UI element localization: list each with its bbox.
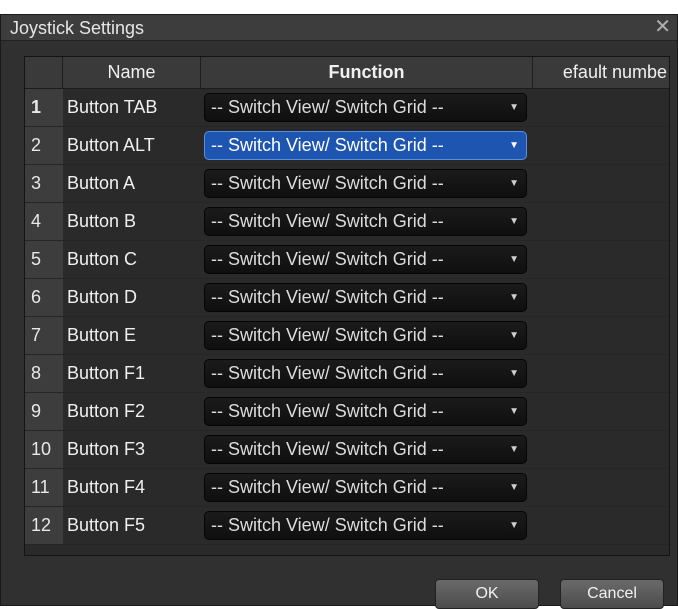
chevron-down-icon: ▼ — [509, 254, 519, 265]
function-dropdown[interactable]: -- Switch View/ Switch Grid -- ▼ — [204, 93, 527, 122]
chevron-down-icon: ▼ — [509, 482, 519, 493]
button-name: Button D — [67, 287, 138, 307]
row-number: 12 — [25, 507, 63, 544]
button-name: Button E — [67, 325, 137, 345]
function-dropdown[interactable]: -- Switch View/ Switch Grid -- ▼ — [204, 435, 527, 464]
function-dropdown-value: -- Switch View/ Switch Grid -- — [211, 97, 444, 117]
chevron-down-icon: ▼ — [509, 406, 519, 417]
row-number: 3 — [25, 165, 63, 202]
chevron-down-icon: ▼ — [509, 140, 519, 151]
chevron-down-icon: ▼ — [509, 368, 519, 379]
row-number: 11 — [25, 469, 63, 506]
button-name: Button ALT — [67, 135, 155, 155]
row-number: 10 — [25, 431, 63, 468]
function-dropdown[interactable]: -- Switch View/ Switch Grid -- ▼ — [204, 511, 527, 540]
function-dropdown-value: -- Switch View/ Switch Grid -- — [211, 401, 444, 421]
chevron-down-icon: ▼ — [509, 520, 519, 531]
chevron-down-icon: ▼ — [509, 330, 519, 341]
function-dropdown-value: -- Switch View/ Switch Grid -- — [211, 135, 444, 155]
row-number: 5 — [25, 241, 63, 278]
chevron-down-icon: ▼ — [509, 444, 519, 455]
table-header: Name Function efault numbe — [25, 57, 669, 89]
function-dropdown[interactable]: -- Switch View/ Switch Grid -- ▼ — [204, 283, 527, 312]
row-number: 2 — [25, 127, 63, 164]
button-name: Button C — [67, 249, 138, 269]
dialog-title: Joystick Settings — [10, 18, 145, 38]
table-row: 12 Button F5 -- Switch View/ Switch Grid -… — [25, 507, 669, 545]
function-dropdown-value: -- Switch View/ Switch Grid -- — [211, 477, 444, 497]
chevron-down-icon: ▼ — [509, 292, 519, 303]
table-row: 5 Button C -- Switch View/ Switch Grid -- ▼ — [25, 241, 669, 279]
function-dropdown[interactable]: -- Switch View/ Switch Grid -- ▼ — [204, 207, 527, 236]
row-number: 9 — [25, 393, 63, 430]
button-name: Button F2 — [67, 401, 146, 421]
function-dropdown[interactable]: -- Switch View/ Switch Grid -- ▼ — [204, 359, 527, 388]
table-row: 10 Button F3 -- Switch View/ Switch Grid -… — [25, 431, 669, 469]
chevron-down-icon: ▼ — [509, 216, 519, 227]
button-mapping-table: Name Function efault numbe 1 Button TAB --… — [24, 56, 670, 556]
function-dropdown[interactable]: -- Switch View/ Switch Grid -- ▼ — [204, 397, 527, 426]
table-row: 8 Button F1 -- Switch View/ Switch Grid --… — [25, 355, 669, 393]
button-name: Button F4 — [67, 477, 146, 497]
header-default-number: efault numbe — [562, 62, 667, 82]
function-dropdown-value: -- Switch View/ Switch Grid -- — [211, 173, 444, 193]
close-icon[interactable]: ✕ — [654, 17, 671, 37]
table-row: 1 Button TAB -- Switch View/ Switch Grid -… — [25, 89, 669, 127]
ok-button[interactable]: OK — [435, 579, 539, 609]
title-bar: Joystick Settings ✕ — [1, 15, 677, 41]
function-dropdown[interactable]: -- Switch View/ Switch Grid -- ▼ — [204, 473, 527, 502]
button-name: Button F1 — [67, 363, 146, 383]
button-name: Button F5 — [67, 515, 146, 535]
chevron-down-icon: ▼ — [509, 102, 519, 113]
function-dropdown-value: -- Switch View/ Switch Grid -- — [211, 363, 444, 383]
row-number: 8 — [25, 355, 63, 392]
function-dropdown-value: -- Switch View/ Switch Grid -- — [211, 249, 444, 269]
function-dropdown[interactable]: -- Switch View/ Switch Grid -- ▼ — [204, 131, 527, 160]
button-name: Button B — [67, 211, 137, 231]
row-number: 6 — [25, 279, 63, 316]
function-dropdown-value: -- Switch View/ Switch Grid -- — [211, 325, 444, 345]
row-number: 4 — [25, 203, 63, 240]
function-dropdown-value: -- Switch View/ Switch Grid -- — [211, 287, 444, 307]
button-name: Button F3 — [67, 439, 146, 459]
function-dropdown-value: -- Switch View/ Switch Grid -- — [211, 515, 444, 535]
row-number: 1 — [25, 89, 63, 126]
function-dropdown[interactable]: -- Switch View/ Switch Grid -- ▼ — [204, 245, 527, 274]
button-name: Button TAB — [67, 97, 158, 117]
function-dropdown[interactable]: -- Switch View/ Switch Grid -- ▼ — [204, 169, 527, 198]
chevron-down-icon: ▼ — [509, 178, 519, 189]
button-name: Button A — [67, 173, 136, 193]
table-row: 7 Button E -- Switch View/ Switch Grid -- ▼ — [25, 317, 669, 355]
header-name: Name — [63, 57, 201, 88]
header-function: Function — [201, 57, 533, 88]
table-row: 9 Button F2 -- Switch View/ Switch Grid --… — [25, 393, 669, 431]
table-row: 3 Button A -- Switch View/ Switch Grid -- ▼ — [25, 165, 669, 203]
joystick-settings-dialog: Joystick Settings ✕ Name Function efault… — [0, 14, 678, 609]
header-number — [25, 57, 63, 88]
table-row: 11 Button F4 -- Switch View/ Switch Grid -… — [25, 469, 669, 507]
function-dropdown-value: -- Switch View/ Switch Grid -- — [211, 211, 444, 231]
row-number: 7 — [25, 317, 63, 354]
table-row: 4 Button B -- Switch View/ Switch Grid -- ▼ — [25, 203, 669, 241]
function-dropdown[interactable]: -- Switch View/ Switch Grid -- ▼ — [204, 321, 527, 350]
cancel-button[interactable]: Cancel — [560, 579, 664, 609]
table-row: 2 Button ALT -- Switch View/ Switch Grid -… — [25, 127, 669, 165]
function-dropdown-value: -- Switch View/ Switch Grid -- — [211, 439, 444, 459]
table-row: 6 Button D -- Switch View/ Switch Grid -- ▼ — [25, 279, 669, 317]
